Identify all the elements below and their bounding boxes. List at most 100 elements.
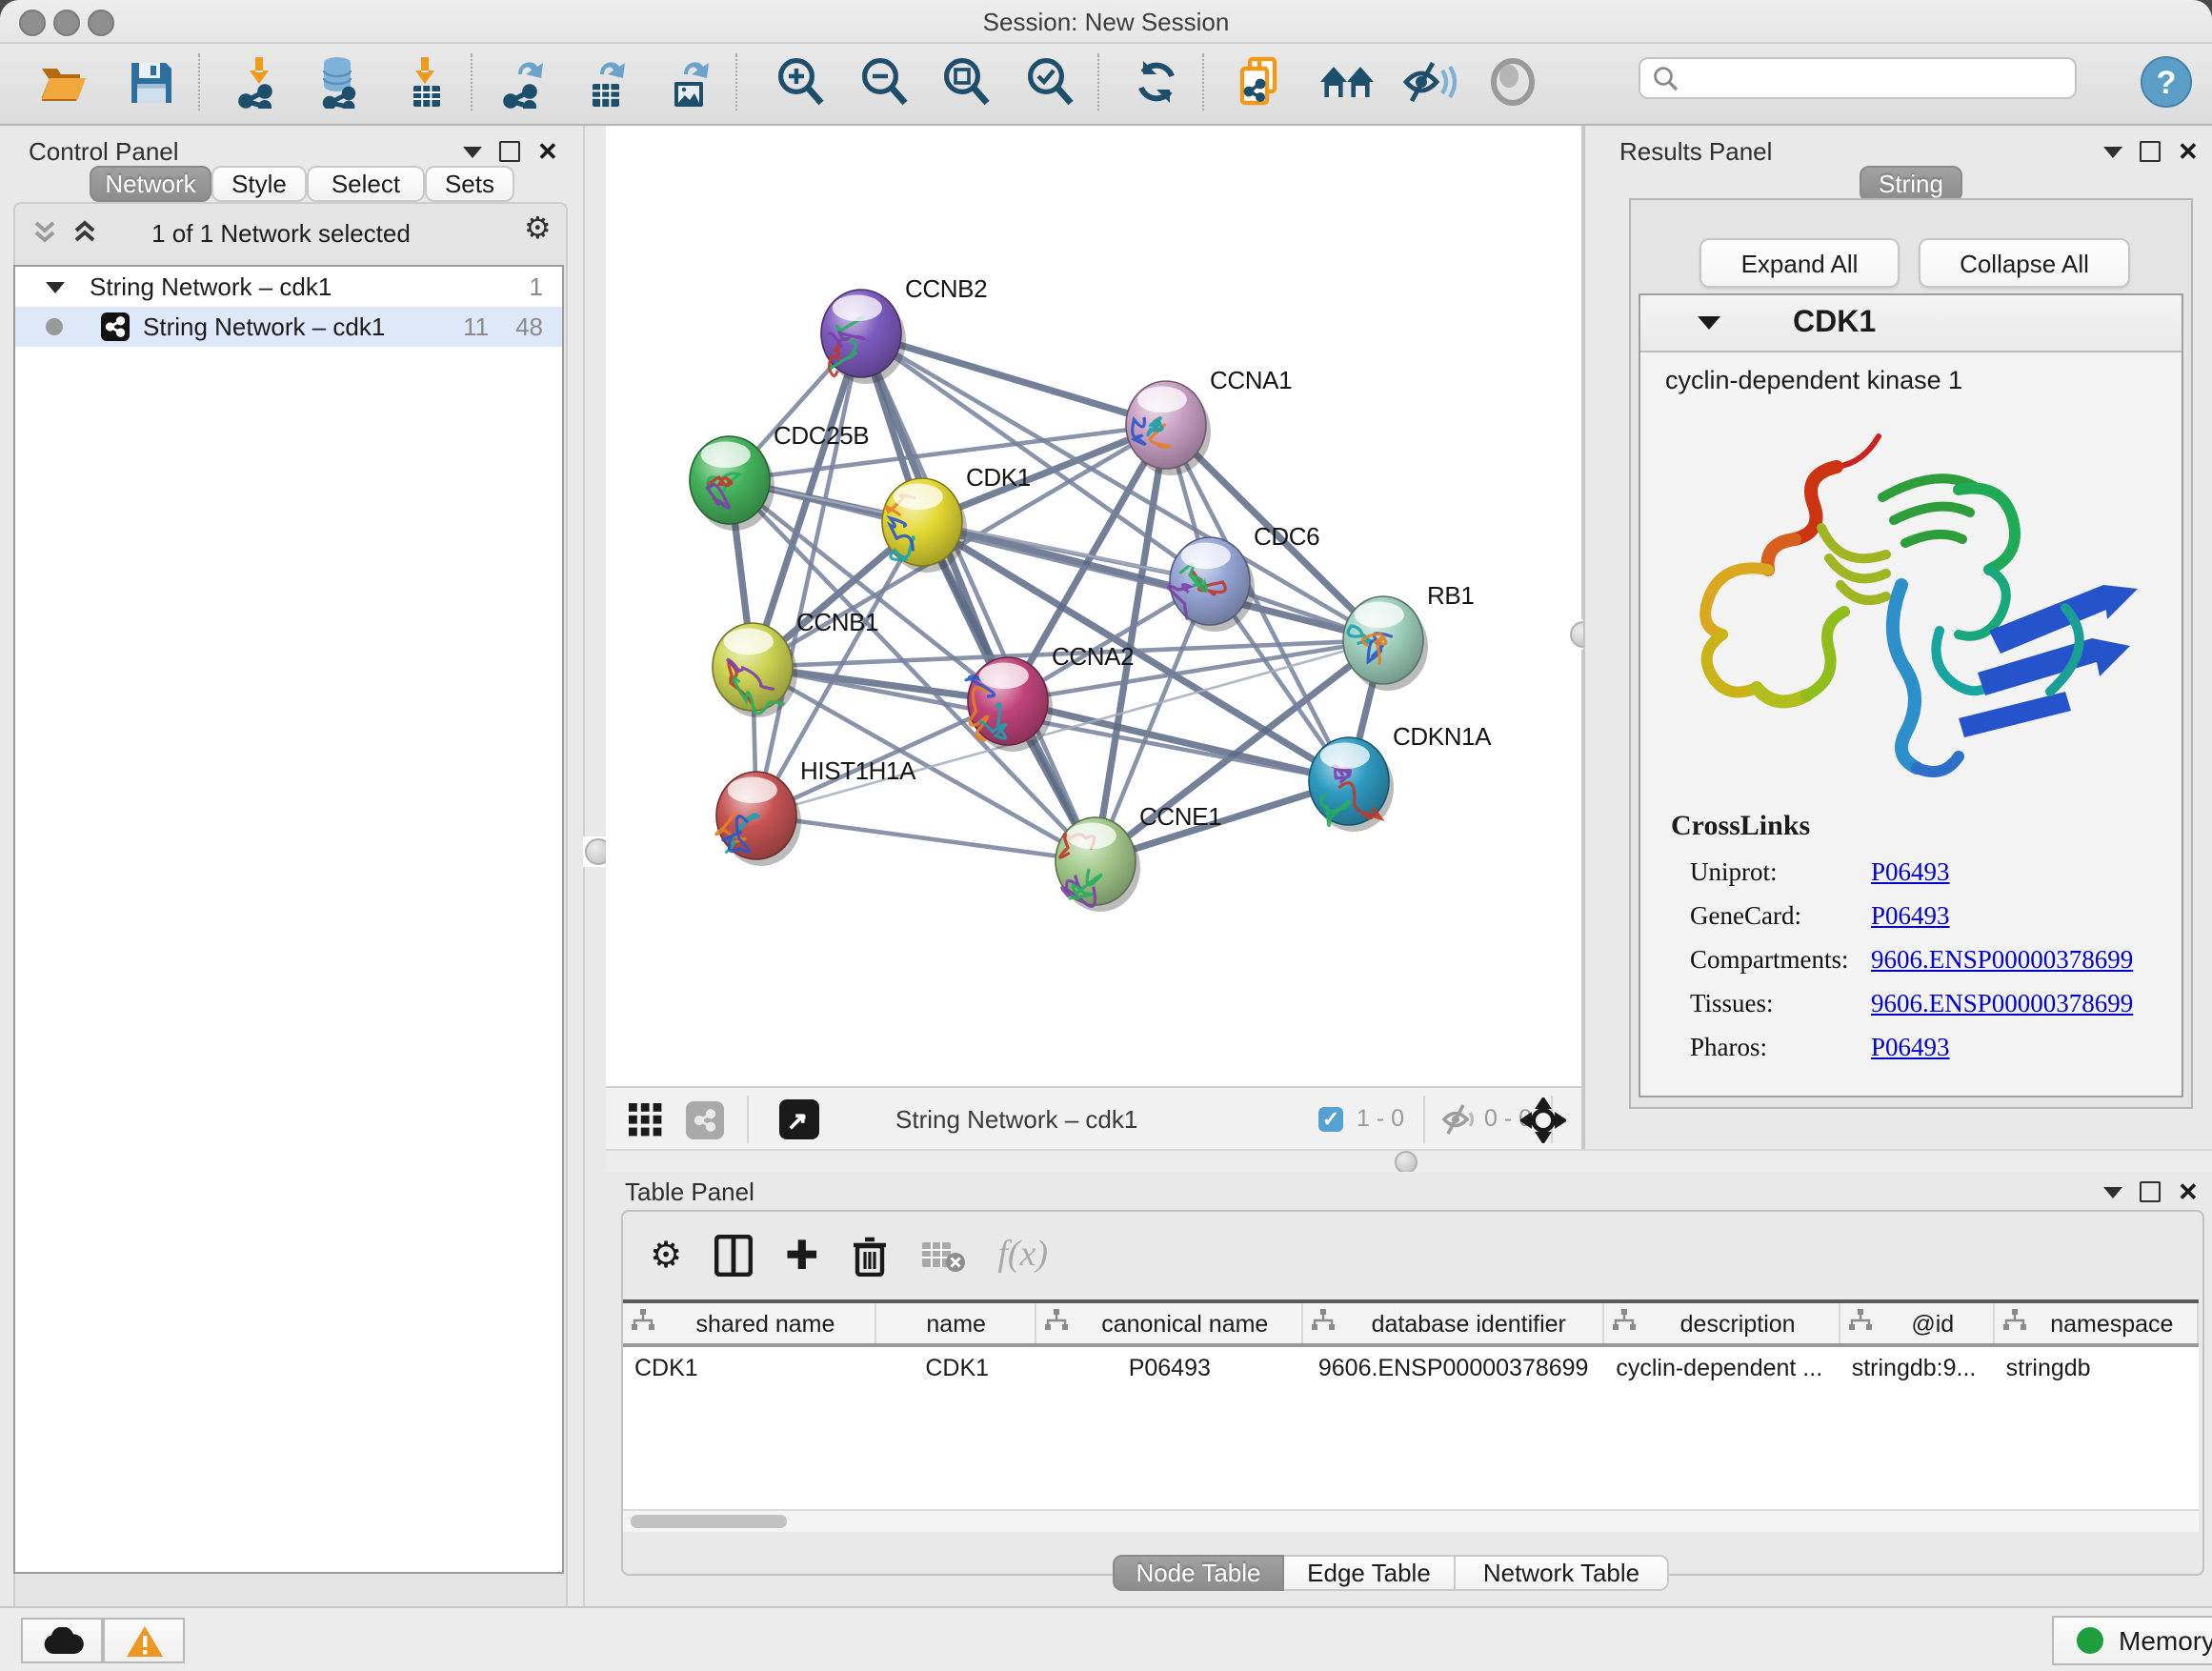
tab-network[interactable]: Network	[90, 166, 211, 202]
cdk1-expander-icon[interactable]	[1698, 316, 1720, 330]
column-header-shared-name[interactable]: shared name	[623, 1303, 877, 1343]
crosslink-value-link[interactable]: P06493	[1871, 856, 1950, 887]
node-label-CCNB2: CCNB2	[905, 274, 987, 303]
table-settings-gear-icon[interactable]: ⚙	[650, 1235, 682, 1277]
control-panel-close-icon[interactable]: ✕	[537, 143, 558, 160]
table-panel-close-icon[interactable]: ✕	[2178, 1183, 2199, 1200]
edge-HIST1H1A-CCNE1[interactable]	[756, 815, 1096, 861]
node-HIST1H1A[interactable]: HIST1H1A	[716, 756, 916, 866]
table-row[interactable]: CDK1CDK1P064939606.ENSP00000378699cyclin…	[623, 1347, 2199, 1389]
table-cell[interactable]: 9606.ENSP00000378699	[1302, 1347, 1604, 1389]
zoom-fit-button[interactable]	[934, 50, 998, 114]
tab-sets[interactable]: Sets	[425, 166, 514, 202]
collapse-all-button[interactable]: Collapse All	[1919, 238, 2130, 288]
column-type-icon	[1045, 1309, 1070, 1338]
string-panel-icon[interactable]	[686, 1101, 724, 1139]
toggle-panel-columns-icon[interactable]	[714, 1235, 753, 1277]
table-cell[interactable]: cyclin-dependent ...	[1604, 1347, 1840, 1389]
results-panel-menu-icon[interactable]	[2103, 146, 2122, 157]
add-column-icon[interactable]: ✚	[785, 1237, 818, 1275]
collection-expander-icon[interactable]	[46, 281, 65, 292]
table-cell[interactable]: stringdb	[1995, 1347, 2199, 1389]
hide-selection-button[interactable]	[1397, 50, 1461, 114]
column-header-database-identifier[interactable]: database identifier	[1302, 1303, 1604, 1343]
export-table-button[interactable]	[573, 50, 638, 114]
import-network-file-button[interactable]	[227, 50, 292, 114]
crosslink-value-link[interactable]: 9606.ENSP00000378699	[1871, 988, 2133, 1018]
column-header-canonical-name[interactable]: canonical name	[1037, 1303, 1303, 1343]
column-header-description[interactable]: description	[1604, 1303, 1840, 1343]
table-horizontal-scrollbar[interactable]	[623, 1509, 2199, 1532]
tab-network-table[interactable]: Network Table	[1456, 1555, 1669, 1591]
control-panel-menu-icon[interactable]	[463, 146, 482, 157]
delete-table-icon[interactable]	[919, 1238, 965, 1273]
apply-layout-button[interactable]	[1124, 50, 1189, 114]
network-canvas[interactable]: CCNB2CCNA1CDC25BCDK1CDC6RB1CCNB1CCNA2CDK…	[606, 126, 1581, 1086]
search-input[interactable]	[1679, 63, 2048, 93]
function-builder-icon[interactable]: f(x)	[997, 1235, 1048, 1277]
collapse-all-networks-icon[interactable]	[30, 219, 59, 255]
import-network-database-button[interactable]	[307, 50, 372, 114]
column-header-namespace[interactable]: namespace	[1995, 1303, 2199, 1343]
help-button[interactable]: ?	[2134, 50, 2199, 114]
column-header--id[interactable]: @id	[1840, 1303, 1995, 1343]
crosslink-row: Compartments:9606.ENSP00000378699	[1690, 937, 2182, 981]
tab-style[interactable]: Style	[211, 166, 307, 202]
column-header-name[interactable]: name	[877, 1303, 1037, 1343]
column-label: namespace	[2035, 1310, 2189, 1337]
table-cell[interactable]: CDK1	[623, 1347, 877, 1389]
zoom-in-button[interactable]	[768, 50, 833, 114]
birdseye-grid-icon[interactable]	[629, 1103, 663, 1147]
zoom-selected-button[interactable]	[1017, 50, 1082, 114]
export-image-button[interactable]	[657, 50, 722, 114]
hidden-eye-slash-icon[interactable]	[1440, 1103, 1477, 1145]
memory-button[interactable]: Memory	[2052, 1616, 2212, 1665]
first-neighbors-button[interactable]	[1315, 50, 1379, 114]
network-from-selection-button[interactable]	[1229, 50, 1294, 114]
network-collection-row[interactable]: String Network – cdk1 1	[15, 267, 562, 307]
horizontal-splitter-knob[interactable]	[1395, 1151, 1418, 1174]
network-graph[interactable]: CCNB2CCNA1CDC25BCDK1CDC6RB1CCNB1CCNA2CDK…	[606, 126, 1581, 1086]
node-RB1[interactable]: RB1	[1343, 581, 1474, 691]
expand-all-button[interactable]: Expand All	[1699, 238, 1900, 288]
crosslink-value-link[interactable]: 9606.ENSP00000378699	[1871, 944, 2133, 975]
results-panel-close-icon[interactable]: ✕	[2178, 143, 2199, 160]
node-CCNA1[interactable]: CCNA1	[1126, 366, 1292, 475]
node-CDKN1A[interactable]: CDKN1A	[1309, 722, 1492, 832]
fit-content-crosshair-icon[interactable]	[1520, 1097, 1566, 1153]
crosslink-value-link[interactable]: P06493	[1871, 900, 1950, 931]
cloud-button[interactable]	[21, 1618, 103, 1663]
table-panel-float-icon[interactable]	[2140, 1181, 2161, 1202]
open-session-button[interactable]	[32, 50, 97, 114]
selected-nodes-checkbox[interactable]: ✓	[1318, 1107, 1343, 1132]
tab-edge-table[interactable]: Edge Table	[1284, 1555, 1456, 1591]
search-field[interactable]	[1639, 57, 2077, 99]
import-table-file-button[interactable]	[392, 50, 457, 114]
save-session-button[interactable]	[118, 50, 183, 114]
control-panel-float-icon[interactable]	[499, 141, 520, 162]
warning-button[interactable]	[103, 1618, 185, 1663]
tab-string[interactable]: String	[1860, 166, 1962, 202]
table-cell[interactable]: stringdb:9...	[1840, 1347, 1995, 1389]
table-panel-menu-icon[interactable]	[2103, 1186, 2122, 1198]
status-bar: Memory	[0, 1606, 2212, 1671]
edge-CCNB2-CCNA1[interactable]	[861, 333, 1166, 425]
tab-select[interactable]: Select	[307, 166, 425, 202]
crosslink-value-link[interactable]: P06493	[1871, 1032, 1950, 1062]
networks-options-gear-icon[interactable]: ⚙	[524, 210, 552, 246]
node-CCNB2[interactable]: CCNB2	[821, 274, 987, 384]
expand-all-networks-icon[interactable]	[70, 219, 99, 255]
zoom-out-button[interactable]	[852, 50, 916, 114]
table-cell[interactable]: CDK1	[877, 1347, 1037, 1389]
delete-column-trash-icon[interactable]	[851, 1235, 887, 1277]
export-network-button[interactable]	[492, 50, 556, 114]
results-panel-float-icon[interactable]	[2140, 141, 2161, 162]
network-row-selected[interactable]: String Network – cdk1 11 48	[15, 307, 562, 347]
node-CCNE1[interactable]: CCNE1	[1056, 802, 1221, 912]
tab-node-table[interactable]: Node Table	[1113, 1555, 1284, 1591]
show-all-button[interactable]	[1480, 50, 1545, 114]
table-cell[interactable]: P06493	[1037, 1347, 1302, 1389]
scrollbar-thumb[interactable]	[631, 1515, 787, 1528]
node-label-CDC6: CDC6	[1254, 522, 1319, 551]
open-in-window-icon[interactable]	[779, 1099, 819, 1139]
